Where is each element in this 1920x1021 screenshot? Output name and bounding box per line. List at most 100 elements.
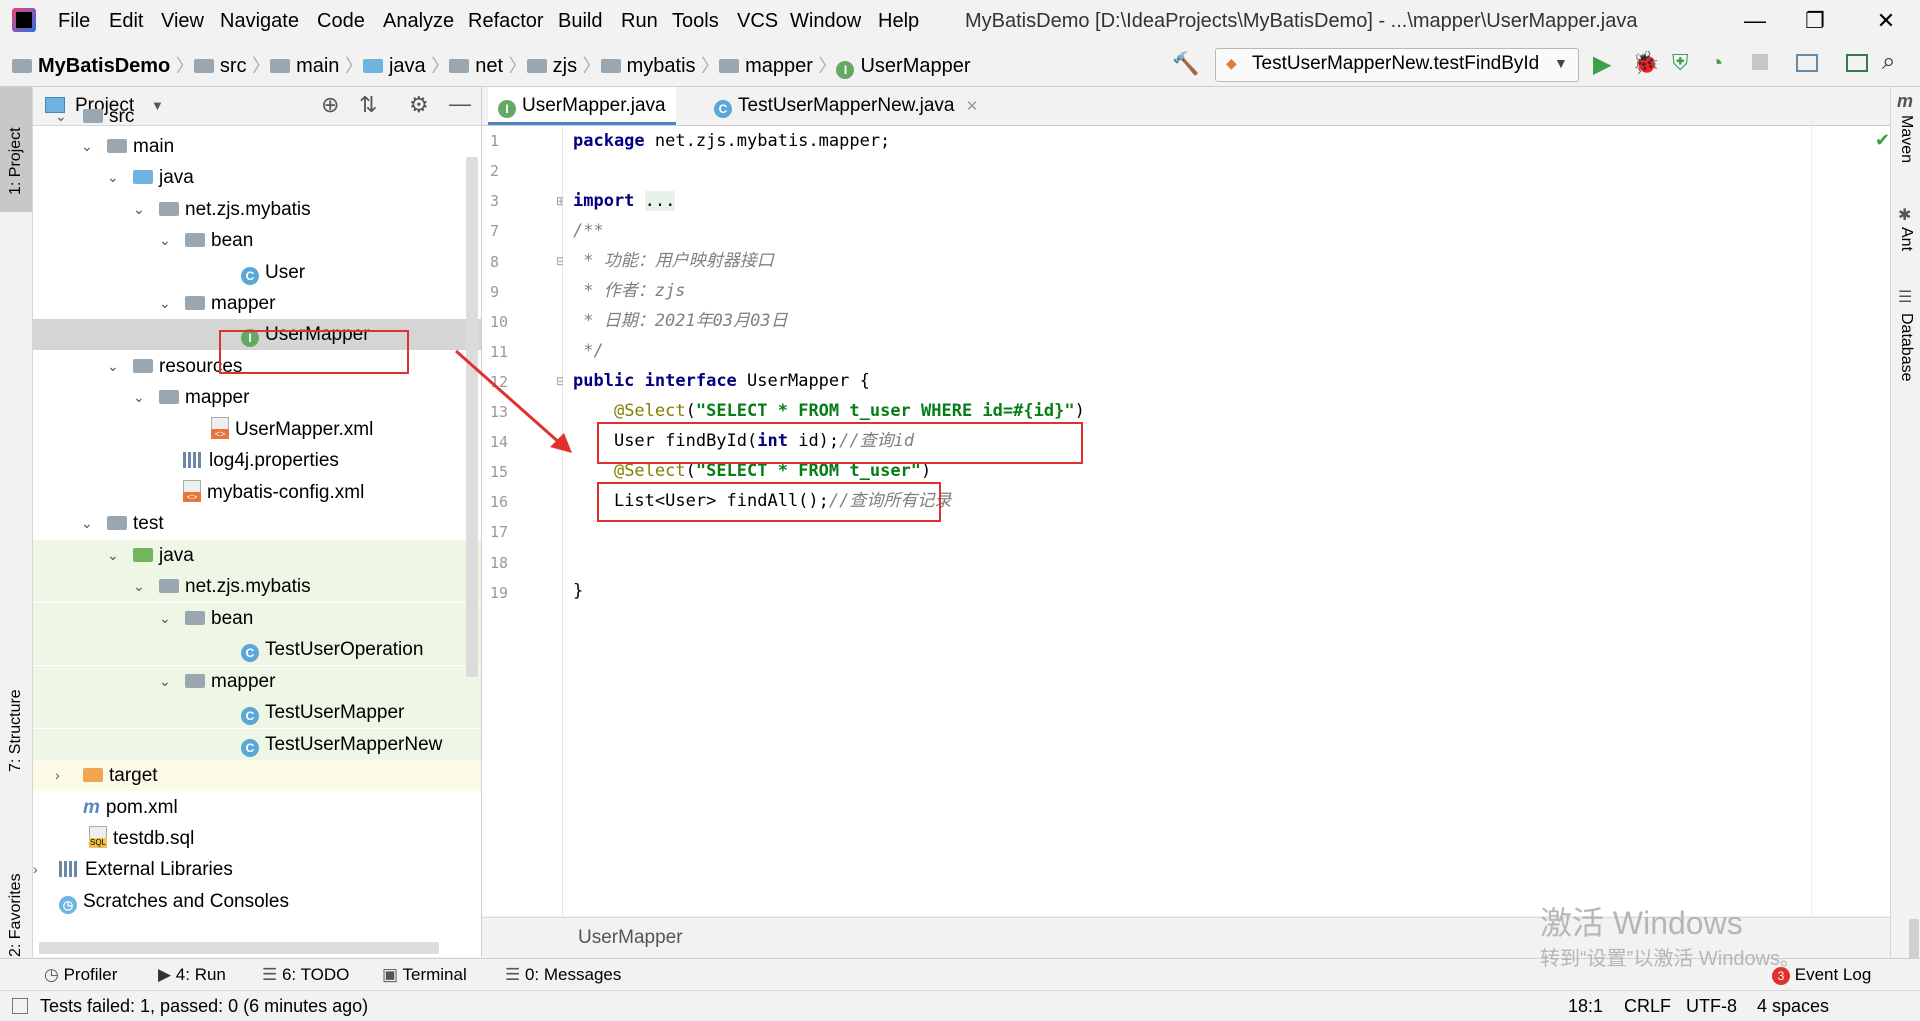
project-structure-icon[interactable] xyxy=(1796,54,1818,72)
database-tool-tab[interactable]: Database xyxy=(1897,313,1915,382)
interface-icon: I xyxy=(836,61,855,79)
tree-item-test[interactable]: ⌄ test xyxy=(33,508,481,539)
breadcrumb-zjs[interactable]: zjs xyxy=(553,55,577,77)
right-margin-guide xyxy=(1811,126,1812,916)
line-number-gutter: 1 2 3 7 8 9 10 11 12 13 14 15 16 17 18 1… xyxy=(482,126,566,916)
tree-item-target[interactable]: › target xyxy=(33,760,481,791)
sql-file-icon xyxy=(89,826,107,848)
menu-tools[interactable]: Tools xyxy=(672,10,719,33)
menu-window[interactable]: Window xyxy=(790,10,861,33)
breadcrumb-usermapper[interactable]: UserMapper xyxy=(860,55,970,77)
run-icon[interactable]: ▶ xyxy=(1593,50,1611,79)
menu-navigate[interactable]: Navigate xyxy=(220,10,299,33)
window-title: MyBatisDemo [D:\IdeaProjects\MyBatisDemo… xyxy=(965,10,1638,32)
code-comment: * 作者：zjs xyxy=(573,281,686,301)
test-class-icon: C xyxy=(241,644,259,662)
menu-file[interactable]: File xyxy=(58,10,90,33)
libraries-icon xyxy=(59,861,79,877)
no-problems-check-icon: ✔ xyxy=(1875,130,1891,150)
tree-item-bean[interactable]: ⌄ bean xyxy=(33,225,481,256)
stop-icon[interactable] xyxy=(1752,54,1768,70)
tab-testusermappernew-java[interactable]: C TestUserMapperNew.java ✕ xyxy=(704,87,988,125)
breadcrumb-main[interactable]: main xyxy=(296,55,339,77)
status-message[interactable]: Tests failed: 1, passed: 0 (6 minutes ag… xyxy=(40,996,368,1017)
maven-tool-tab[interactable]: Maven xyxy=(1897,115,1915,163)
file-encoding[interactable]: UTF-8 xyxy=(1686,996,1737,1017)
tree-item-external-libraries[interactable]: › External Libraries xyxy=(33,854,481,885)
profile-icon[interactable]: ◔ xyxy=(1710,50,1723,76)
tree-item-testdb[interactable]: testdb.sql xyxy=(33,823,481,854)
menu-run[interactable]: Run xyxy=(621,10,658,33)
menu-analyze[interactable]: Analyze xyxy=(383,10,454,33)
tree-item-src[interactable]: ⌄ src xyxy=(33,101,481,132)
menu-refactor[interactable]: Refactor xyxy=(468,10,544,33)
restore-icon[interactable]: ❐ xyxy=(1795,6,1835,36)
footer-crumb-usermapper[interactable]: UserMapper xyxy=(578,927,683,949)
tree-item-pom[interactable]: m pom.xml xyxy=(33,792,481,823)
messages-tool[interactable]: ☰ 0: Messages xyxy=(505,965,621,985)
project-tool-tab[interactable]: 1: Project xyxy=(0,87,32,212)
ant-tool-tab[interactable]: Ant xyxy=(1897,227,1915,251)
folded-imports[interactable]: ... xyxy=(644,191,676,211)
indent-setting[interactable]: 4 spaces xyxy=(1757,996,1829,1017)
horizontal-scrollbar[interactable] xyxy=(39,942,439,954)
build-hammer-icon[interactable]: 🔨 xyxy=(1172,51,1199,77)
folder-icon xyxy=(362,59,383,73)
debug-icon[interactable]: 🐞 xyxy=(1632,50,1659,76)
tree-item-user[interactable]: C User xyxy=(33,257,481,288)
run-tool[interactable]: ▶ 4: Run xyxy=(158,965,226,985)
menu-edit[interactable]: Edit xyxy=(109,10,143,33)
tree-item-test-mapper[interactable]: ⌄ mapper xyxy=(33,666,481,697)
terminal-icon[interactable] xyxy=(1846,54,1868,72)
tree-item-test-package[interactable]: ⌄ net.zjs.mybatis xyxy=(33,571,481,602)
line-number: 10 xyxy=(490,313,509,331)
tree-item-package[interactable]: ⌄ net.zjs.mybatis xyxy=(33,194,481,225)
menu-view[interactable]: View xyxy=(161,10,204,33)
breadcrumb-project[interactable]: MyBatisDemo xyxy=(38,55,170,77)
todo-tool[interactable]: ☰ 6: TODO xyxy=(262,965,349,985)
close-tab-icon[interactable]: ✕ xyxy=(966,98,979,115)
menu-vcs[interactable]: VCS xyxy=(737,10,778,33)
tree-item-log4j[interactable]: log4j.properties xyxy=(33,445,481,476)
terminal-tool[interactable]: ▣ Terminal xyxy=(382,965,467,985)
menu-help[interactable]: Help xyxy=(878,10,919,33)
breadcrumb-net[interactable]: net xyxy=(475,55,503,77)
menu-bar: File Edit View Navigate Code Analyze Ref… xyxy=(0,0,1920,42)
profiler-tool[interactable]: ◷ Profiler xyxy=(44,965,117,985)
line-number: 2 xyxy=(490,162,500,180)
test-config-icon: ◆ xyxy=(1226,55,1237,71)
tree-item-usermapper-xml[interactable]: UserMapper.xml xyxy=(33,414,481,445)
breadcrumb-java[interactable]: java xyxy=(389,55,426,77)
status-toggle-icon[interactable] xyxy=(12,998,28,1014)
cursor-position[interactable]: 18:1 xyxy=(1568,996,1603,1017)
code-text: } xyxy=(573,581,584,601)
structure-tool-tab[interactable]: 7: Structure xyxy=(0,612,32,787)
list-icon: ☰ xyxy=(262,965,282,984)
run-configuration-select[interactable]: ◆ TestUserMapperNew.testFindById ▼ xyxy=(1215,48,1579,82)
tab-usermapper-java[interactable]: I UserMapper.java xyxy=(488,87,676,125)
tree-item-mybatis-config[interactable]: mybatis-config.xml xyxy=(33,477,481,508)
tree-item-testusermapper[interactable]: C TestUserMapper xyxy=(33,697,481,728)
line-number: 7 xyxy=(490,222,500,240)
close-icon[interactable]: ✕ xyxy=(1866,6,1906,36)
coverage-icon[interactable]: ⛨ xyxy=(1672,50,1689,76)
menu-build[interactable]: Build xyxy=(558,10,602,33)
line-separator[interactable]: CRLF xyxy=(1624,996,1671,1017)
line-number: 8 xyxy=(490,253,500,271)
breadcrumb-src[interactable]: src xyxy=(220,55,247,77)
tree-item-testusermappernew[interactable]: C TestUserMapperNew xyxy=(33,729,481,760)
tree-item-mapper[interactable]: ⌄ mapper xyxy=(33,288,481,319)
tree-item-resources-mapper[interactable]: ⌄ mapper xyxy=(33,382,481,413)
tree-item-testuseroperation[interactable]: C TestUserOperation xyxy=(33,634,481,665)
tree-item-test-bean[interactable]: ⌄ bean xyxy=(33,603,481,634)
menu-code[interactable]: Code xyxy=(317,10,365,33)
minimize-icon[interactable]: — xyxy=(1735,6,1775,36)
tree-item-scratches[interactable]: ◷ Scratches and Consoles xyxy=(33,886,481,917)
tree-item-test-java[interactable]: ⌄ java xyxy=(33,540,481,571)
xml-file-icon xyxy=(183,480,201,502)
tree-item-main-java[interactable]: ⌄ java xyxy=(33,162,481,193)
breadcrumb-mapper[interactable]: mapper xyxy=(745,55,813,77)
tree-item-main[interactable]: ⌄ main xyxy=(33,131,481,162)
search-icon[interactable]: ⌕ xyxy=(1882,48,1895,76)
breadcrumb-mybatis[interactable]: mybatis xyxy=(627,55,696,77)
